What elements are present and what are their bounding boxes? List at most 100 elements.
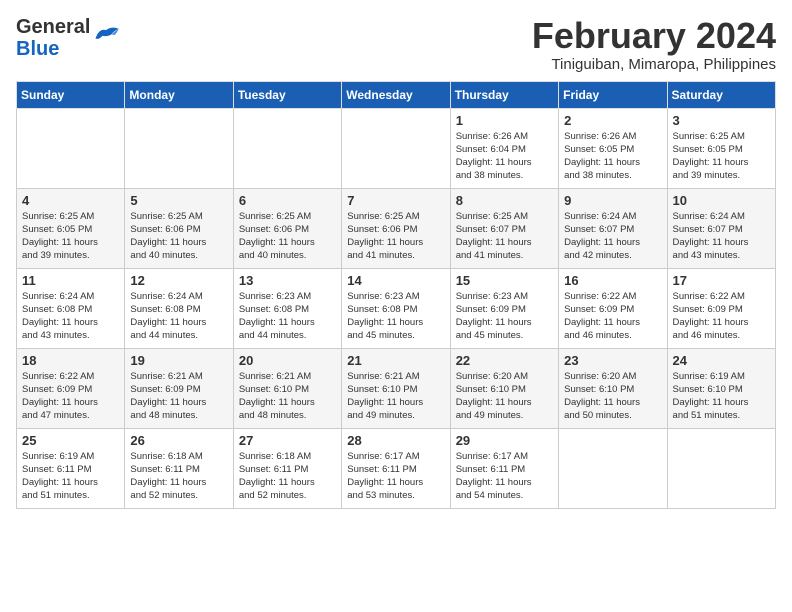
col-saturday: Saturday	[667, 81, 775, 108]
day-number: 4	[22, 193, 119, 208]
table-row: 18Sunrise: 6:22 AM Sunset: 6:09 PM Dayli…	[17, 348, 125, 428]
day-number: 10	[673, 193, 770, 208]
day-number: 15	[456, 273, 553, 288]
calendar-header-row: Sunday Monday Tuesday Wednesday Thursday…	[17, 81, 776, 108]
table-row: 3 Sunrise: 6:25 AM Sunset: 6:05 PM Daylig…	[667, 108, 775, 188]
day-info: Sunrise: 6:24 AM Sunset: 6:07 PM Dayligh…	[564, 210, 661, 263]
month-year: February 2024	[532, 16, 776, 56]
calendar-week-row: 18Sunrise: 6:22 AM Sunset: 6:09 PM Dayli…	[17, 348, 776, 428]
day-info: Sunrise: 6:19 AM Sunset: 6:10 PM Dayligh…	[673, 370, 770, 423]
table-row: 7 Sunrise: 6:25 AM Sunset: 6:06 PM Daylig…	[342, 188, 450, 268]
table-row	[342, 108, 450, 188]
day-number: 9	[564, 193, 661, 208]
day-info: Sunrise: 6:24 AM Sunset: 6:08 PM Dayligh…	[22, 290, 119, 343]
table-row: 19Sunrise: 6:21 AM Sunset: 6:09 PM Dayli…	[125, 348, 233, 428]
table-row: 10 Sunrise: 6:24 AM Sunset: 6:07 PM Dayli…	[667, 188, 775, 268]
day-info: Sunrise: 6:25 AM Sunset: 6:06 PM Dayligh…	[347, 210, 444, 263]
table-row: 23 Sunrise: 6:20 AM Sunset: 6:10 PM Dayli…	[559, 348, 667, 428]
day-number: 28	[347, 433, 444, 448]
day-number: 27	[239, 433, 336, 448]
day-info: Sunrise: 6:20 AM Sunset: 6:10 PM Dayligh…	[456, 370, 553, 423]
table-row: 21 Sunrise: 6:21 AM Sunset: 6:10 PM Dayli…	[342, 348, 450, 428]
logo-text: General Blue	[16, 16, 90, 60]
table-row: 20 Sunrise: 6:21 AM Sunset: 6:10 PM Dayli…	[233, 348, 341, 428]
day-info: Sunrise: 6:19 AM Sunset: 6:11 PM Dayligh…	[22, 450, 119, 503]
day-info: Sunrise: 6:22 AM Sunset: 6:09 PM Dayligh…	[564, 290, 661, 343]
logo: General Blue	[16, 16, 120, 60]
day-number: 13	[239, 273, 336, 288]
day-number: 5	[130, 193, 227, 208]
table-row: 12Sunrise: 6:24 AM Sunset: 6:08 PM Dayli…	[125, 268, 233, 348]
day-info: Sunrise: 6:25 AM Sunset: 6:07 PM Dayligh…	[456, 210, 553, 263]
day-number: 24	[673, 353, 770, 368]
col-sunday: Sunday	[17, 81, 125, 108]
day-info: Sunrise: 6:25 AM Sunset: 6:05 PM Dayligh…	[673, 130, 770, 183]
day-number: 6	[239, 193, 336, 208]
logo-bird-icon	[92, 23, 120, 47]
day-info: Sunrise: 6:26 AM Sunset: 6:05 PM Dayligh…	[564, 130, 661, 183]
day-info: Sunrise: 6:26 AM Sunset: 6:04 PM Dayligh…	[456, 130, 553, 183]
day-number: 2	[564, 113, 661, 128]
day-number: 25	[22, 433, 119, 448]
table-row: 29 Sunrise: 6:17 AM Sunset: 6:11 PM Dayli…	[450, 428, 558, 508]
day-info: Sunrise: 6:18 AM Sunset: 6:11 PM Dayligh…	[130, 450, 227, 503]
day-info: Sunrise: 6:25 AM Sunset: 6:05 PM Dayligh…	[22, 210, 119, 263]
day-number: 29	[456, 433, 553, 448]
table-row: 24 Sunrise: 6:19 AM Sunset: 6:10 PM Dayli…	[667, 348, 775, 428]
day-number: 3	[673, 113, 770, 128]
day-number: 26	[130, 433, 227, 448]
day-number: 7	[347, 193, 444, 208]
day-info: Sunrise: 6:21 AM Sunset: 6:10 PM Dayligh…	[239, 370, 336, 423]
day-info: Sunrise: 6:17 AM Sunset: 6:11 PM Dayligh…	[347, 450, 444, 503]
table-row	[17, 108, 125, 188]
calendar-week-row: 25 Sunrise: 6:19 AM Sunset: 6:11 PM Dayli…	[17, 428, 776, 508]
day-number: 17	[673, 273, 770, 288]
table-row: 28 Sunrise: 6:17 AM Sunset: 6:11 PM Dayli…	[342, 428, 450, 508]
table-row: 13 Sunrise: 6:23 AM Sunset: 6:08 PM Dayli…	[233, 268, 341, 348]
day-number: 14	[347, 273, 444, 288]
day-info: Sunrise: 6:23 AM Sunset: 6:08 PM Dayligh…	[347, 290, 444, 343]
day-info: Sunrise: 6:18 AM Sunset: 6:11 PM Dayligh…	[239, 450, 336, 503]
day-info: Sunrise: 6:25 AM Sunset: 6:06 PM Dayligh…	[239, 210, 336, 263]
header: General Blue February 2024 Tiniguiban, M…	[16, 16, 776, 73]
table-row: 17 Sunrise: 6:22 AM Sunset: 6:09 PM Dayli…	[667, 268, 775, 348]
day-info: Sunrise: 6:22 AM Sunset: 6:09 PM Dayligh…	[673, 290, 770, 343]
table-row: 8 Sunrise: 6:25 AM Sunset: 6:07 PM Daylig…	[450, 188, 558, 268]
calendar-week-row: 4 Sunrise: 6:25 AM Sunset: 6:05 PM Daylig…	[17, 188, 776, 268]
table-row: 25 Sunrise: 6:19 AM Sunset: 6:11 PM Dayli…	[17, 428, 125, 508]
day-info: Sunrise: 6:17 AM Sunset: 6:11 PM Dayligh…	[456, 450, 553, 503]
calendar-week-row: 11Sunrise: 6:24 AM Sunset: 6:08 PM Dayli…	[17, 268, 776, 348]
day-number: 19	[130, 353, 227, 368]
col-monday: Monday	[125, 81, 233, 108]
day-info: Sunrise: 6:24 AM Sunset: 6:08 PM Dayligh…	[130, 290, 227, 343]
table-row: 2 Sunrise: 6:26 AM Sunset: 6:05 PM Daylig…	[559, 108, 667, 188]
day-number: 23	[564, 353, 661, 368]
day-info: Sunrise: 6:20 AM Sunset: 6:10 PM Dayligh…	[564, 370, 661, 423]
table-row: 22 Sunrise: 6:20 AM Sunset: 6:10 PM Dayli…	[450, 348, 558, 428]
day-info: Sunrise: 6:22 AM Sunset: 6:09 PM Dayligh…	[22, 370, 119, 423]
col-wednesday: Wednesday	[342, 81, 450, 108]
table-row: 26 Sunrise: 6:18 AM Sunset: 6:11 PM Dayli…	[125, 428, 233, 508]
day-info: Sunrise: 6:24 AM Sunset: 6:07 PM Dayligh…	[673, 210, 770, 263]
day-number: 21	[347, 353, 444, 368]
logo-blue: Blue	[16, 38, 90, 60]
table-row: 16 Sunrise: 6:22 AM Sunset: 6:09 PM Dayli…	[559, 268, 667, 348]
table-row	[233, 108, 341, 188]
day-number: 20	[239, 353, 336, 368]
table-row: 4 Sunrise: 6:25 AM Sunset: 6:05 PM Daylig…	[17, 188, 125, 268]
table-row: 11Sunrise: 6:24 AM Sunset: 6:08 PM Dayli…	[17, 268, 125, 348]
logo-general: General	[16, 16, 90, 38]
table-row: 1 Sunrise: 6:26 AM Sunset: 6:04 PM Daylig…	[450, 108, 558, 188]
day-info: Sunrise: 6:21 AM Sunset: 6:10 PM Dayligh…	[347, 370, 444, 423]
table-row: 15Sunrise: 6:23 AM Sunset: 6:09 PM Dayli…	[450, 268, 558, 348]
day-number: 1	[456, 113, 553, 128]
table-row	[125, 108, 233, 188]
day-number: 22	[456, 353, 553, 368]
day-number: 16	[564, 273, 661, 288]
table-row: 27 Sunrise: 6:18 AM Sunset: 6:11 PM Dayli…	[233, 428, 341, 508]
col-friday: Friday	[559, 81, 667, 108]
table-row: 9 Sunrise: 6:24 AM Sunset: 6:07 PM Daylig…	[559, 188, 667, 268]
day-number: 8	[456, 193, 553, 208]
day-info: Sunrise: 6:23 AM Sunset: 6:08 PM Dayligh…	[239, 290, 336, 343]
col-thursday: Thursday	[450, 81, 558, 108]
